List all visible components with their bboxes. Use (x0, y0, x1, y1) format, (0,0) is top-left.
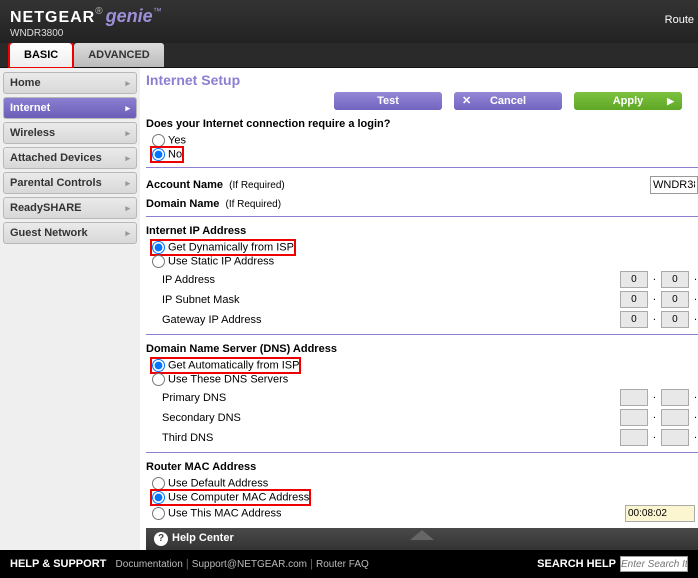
ip-static-row[interactable]: Use Static IP Address (152, 255, 698, 268)
sidebar-item-guest-network[interactable]: Guest Network▸ (3, 222, 137, 244)
sidebar-item-wireless[interactable]: Wireless▸ (3, 122, 137, 144)
cancel-button[interactable]: ✕Cancel (454, 92, 562, 110)
dns-auto-row[interactable]: Get Automatically from ISP (152, 359, 299, 372)
button-row: Test ✕Cancel Apply▶ (146, 92, 698, 110)
brand-genie: genie (106, 6, 153, 26)
gateway-label: Gateway IP Address (162, 314, 366, 326)
mac-section-title: Router MAC Address (146, 461, 698, 473)
ip-address-label: IP Address (162, 274, 366, 286)
account-name-input[interactable] (650, 176, 698, 194)
help-support-label: HELP & SUPPORT (10, 558, 106, 570)
login-yes-radio[interactable] (152, 134, 165, 147)
chevron-up-icon (410, 530, 434, 540)
test-button[interactable]: Test (334, 92, 442, 110)
dns-auto-radio[interactable] (152, 359, 165, 372)
brand-logo: NETGEAR (10, 9, 95, 26)
apply-button[interactable]: Apply▶ (574, 92, 682, 110)
login-question-label: Does your Internet connection require a … (146, 118, 698, 130)
chevron-right-icon: ▸ (125, 78, 130, 89)
mac-computer-row[interactable]: Use Computer MAC Address (152, 491, 309, 504)
search-help-label: SEARCH HELP (537, 558, 616, 570)
ip-oct[interactable] (620, 291, 648, 308)
ip-oct[interactable] (620, 389, 648, 406)
ip-section-title: Internet IP Address (146, 225, 698, 237)
ip-oct[interactable] (661, 271, 689, 288)
ip-oct[interactable] (620, 271, 648, 288)
footer: HELP & SUPPORT Documentation | Support@N… (0, 550, 698, 578)
domain-name-label: Domain Name (If Required) (146, 198, 366, 210)
secondary-dns-label: Secondary DNS (162, 412, 366, 424)
sidebar: Home▸ Internet▸ Wireless▸ Attached Devic… (0, 68, 140, 550)
ip-static-radio[interactable] (152, 255, 165, 268)
doc-link[interactable]: Documentation (116, 559, 183, 570)
sidebar-item-attached-devices[interactable]: Attached Devices▸ (3, 147, 137, 169)
tab-bar: BASIC ADVANCED (0, 43, 698, 68)
account-name-label: Account Name (If Required) (146, 179, 366, 191)
dns-use-row[interactable]: Use These DNS Servers (152, 373, 698, 386)
sidebar-item-home[interactable]: Home▸ (3, 72, 137, 94)
chevron-right-icon: ▸ (125, 153, 130, 164)
login-yes-row[interactable]: Yes (152, 134, 698, 147)
ip-dynamic-radio[interactable] (152, 241, 165, 254)
model-label: WNDR3800 (10, 28, 688, 39)
ip-oct[interactable] (661, 409, 689, 426)
login-no-row[interactable]: No (152, 148, 182, 161)
subnet-label: IP Subnet Mask (162, 294, 366, 306)
primary-dns-label: Primary DNS (162, 392, 366, 404)
login-no-radio[interactable] (152, 148, 165, 161)
page-title: Internet Setup (146, 72, 698, 88)
sidebar-item-internet[interactable]: Internet▸ (3, 97, 137, 119)
chevron-right-icon: ▸ (125, 178, 130, 189)
mac-address-input[interactable] (625, 505, 695, 522)
ip-oct[interactable] (620, 311, 648, 328)
sidebar-item-readyshare[interactable]: ReadySHARE▸ (3, 197, 137, 219)
ip-oct[interactable] (661, 429, 689, 446)
ip-oct[interactable] (620, 429, 648, 446)
chevron-right-icon: ▸ (125, 228, 130, 239)
ip-oct[interactable] (661, 311, 689, 328)
triangle-right-icon: ▶ (667, 96, 674, 107)
help-icon: ? (154, 532, 168, 546)
tab-advanced[interactable]: ADVANCED (74, 43, 164, 67)
main-panel: Internet Setup Test ✕Cancel Apply▶ Does … (140, 68, 698, 550)
mac-this-row[interactable]: Use This MAC Address (152, 505, 698, 522)
sidebar-item-parental-controls[interactable]: Parental Controls▸ (3, 172, 137, 194)
ip-oct[interactable] (661, 389, 689, 406)
tab-basic[interactable]: BASIC (10, 43, 72, 67)
mac-default-row[interactable]: Use Default Address (152, 477, 698, 490)
header-right-text: Route (665, 14, 694, 26)
app-header: NETGEAR® genie™ WNDR3800 Route (0, 0, 698, 43)
x-icon: ✕ (462, 94, 471, 107)
mac-this-radio[interactable] (152, 507, 165, 520)
ip-oct[interactable] (661, 291, 689, 308)
dns-section-title: Domain Name Server (DNS) Address (146, 343, 698, 355)
ip-oct[interactable] (620, 409, 648, 426)
chevron-right-icon: ▸ (125, 203, 130, 214)
third-dns-label: Third DNS (162, 432, 366, 444)
chevron-right-icon: ▸ (125, 103, 130, 114)
mac-computer-radio[interactable] (152, 491, 165, 504)
support-link[interactable]: Support@NETGEAR.com (192, 559, 307, 570)
help-center-bar[interactable]: ?Help Center (146, 528, 698, 550)
faq-link[interactable]: Router FAQ (316, 559, 369, 570)
dns-use-radio[interactable] (152, 373, 165, 386)
ip-dynamic-row[interactable]: Get Dynamically from ISP (152, 241, 294, 254)
chevron-right-icon: ▸ (125, 128, 130, 139)
search-input[interactable] (620, 556, 688, 572)
mac-default-radio[interactable] (152, 477, 165, 490)
